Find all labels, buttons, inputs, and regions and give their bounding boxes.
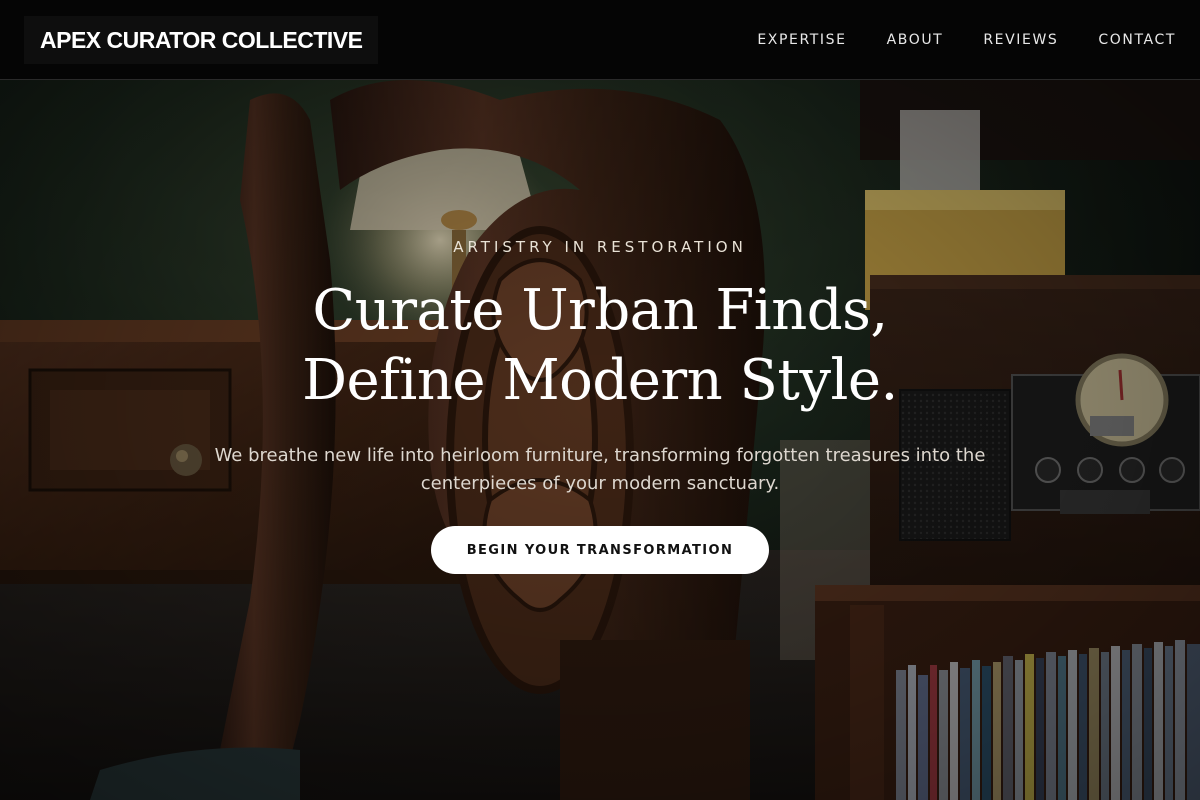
hero-headline-line-2: Define Modern Style. (302, 348, 898, 413)
nav-link-contact[interactable]: CONTACT (1098, 32, 1176, 48)
hero-subtext: We breathe new life into heirloom furnit… (214, 445, 986, 494)
top-navbar: APEX CURATOR COLLECTIVE EXPERTISE ABOUT … (0, 0, 1200, 80)
nav-link-expertise[interactable]: EXPERTISE (757, 32, 846, 48)
hero-eyebrow: ARTISTRY IN RESTORATION (453, 238, 747, 256)
begin-transformation-button[interactable]: BEGIN YOUR TRANSFORMATION (431, 526, 769, 574)
brand-logo[interactable]: APEX CURATOR COLLECTIVE (24, 16, 379, 64)
hero-content: ARTISTRY IN RESTORATION Curate Urban Fin… (100, 80, 1100, 800)
hero-headline-line-1: Curate Urban Finds, (312, 278, 888, 343)
page: APEX CURATOR COLLECTIVE EXPERTISE ABOUT … (0, 0, 1200, 800)
nav-link-reviews[interactable]: REVIEWS (983, 32, 1058, 48)
nav-link-about[interactable]: ABOUT (887, 32, 944, 48)
hero-section: ARTISTRY IN RESTORATION Curate Urban Fin… (0, 80, 1200, 800)
main-nav: EXPERTISE ABOUT REVIEWS CONTACT (757, 0, 1176, 80)
hero-headline: Curate Urban Finds, Define Modern Style. (100, 276, 1100, 416)
